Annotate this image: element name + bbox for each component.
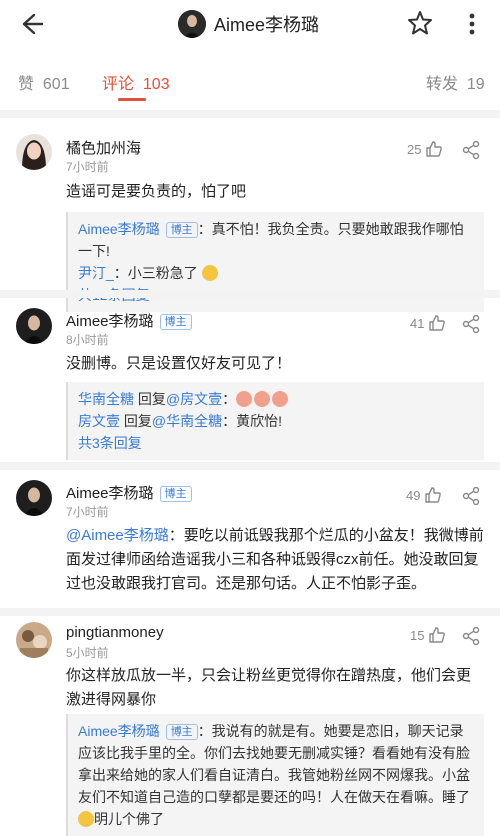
reply-box[interactable]: Aimee李杨璐 博主 ：我说有的就是有。她要是恋旧，聊天记录应该比我手里的全。你们… [66, 714, 484, 836]
title-text: Aimee李杨璐 [214, 15, 320, 35]
more-replies-link[interactable]: 共3条回复 [78, 432, 474, 454]
comment-mention[interactable]: @Aimee李杨璐 [66, 527, 169, 544]
comment-item: Aimee李杨璐 博主 7小时前 49 @Aimee李杨璐：要吃以前诋毁我那个烂瓜… [0, 472, 500, 602]
avatar[interactable] [16, 622, 52, 658]
reply-line: Aimee李杨璐 博主 ：真不怕！我负全责。只要她敢跟我作哪怕一下! [78, 218, 474, 262]
reply-author[interactable]: Aimee李杨璐 [78, 723, 160, 739]
pig-emoji-icon [272, 391, 289, 407]
blogger-badge: 博主 [165, 222, 198, 239]
reply-author[interactable]: 华南全糖 [78, 391, 134, 407]
thumbs-up-icon [429, 315, 446, 331]
comment-item: Aimee李杨璐 博主 8小时前 41 没删博。只是设置仅好友可见了！ 华南全糖 … [0, 300, 500, 460]
comment-item: pingtianmoney 5小时前 15 你这样放瓜放一半，只会让粉丝更觉得你… [0, 616, 500, 836]
like-button[interactable]: 41 [410, 314, 446, 332]
thumbs-up-icon [425, 487, 442, 503]
share-icon[interactable] [461, 626, 481, 646]
comment-item: 橘色加州海 7小时前 25 造谣可是要负责的，怕了吧 Aimee李杨璐 博主 ：真不… [0, 124, 500, 312]
star-icon[interactable] [406, 9, 434, 37]
section-divider [0, 608, 500, 616]
comment-time: 8小时前 [66, 333, 109, 347]
smile-emoji-icon [78, 811, 94, 827]
reply-text-tail: 明儿个佛了 [94, 811, 164, 827]
reply-author[interactable]: Aimee李杨璐 [78, 221, 160, 237]
reply-line: 华南全糖 回复@房文壹： [78, 388, 474, 410]
section-divider [0, 462, 500, 470]
tab-comments[interactable]: 评论 103 [102, 70, 170, 94]
reply-mention[interactable]: @华南全糖 [152, 413, 222, 429]
reply-box[interactable]: 华南全糖 回复@房文壹： 房文壹 回复@华南全糖：黄欣怡! 共3条回复 [66, 382, 484, 460]
like-count: 15 [410, 627, 425, 643]
avatar[interactable] [16, 134, 52, 170]
avatar[interactable] [16, 308, 52, 344]
thumbs-up-icon [429, 627, 446, 643]
like-button[interactable]: 25 [407, 140, 443, 158]
comment-time: 7小时前 [66, 505, 109, 519]
section-divider [0, 290, 500, 298]
like-button[interactable]: 15 [410, 626, 446, 644]
section-divider [0, 110, 500, 118]
comment-time: 7小时前 [66, 160, 109, 174]
active-tab-indicator [118, 98, 146, 101]
reply-mention[interactable]: @房文壹 [166, 391, 222, 407]
top-bar: Aimee李杨璐 [0, 0, 500, 48]
pig-emoji-icon [236, 391, 253, 407]
comment-text: @Aimee李杨璐：要吃以前诋毁我那个烂瓜的小盆友！我微博前面发过律师函给造谣我… [66, 527, 484, 592]
comment-text: 造谣可是要负责的，怕了吧 [66, 183, 247, 200]
comment-time: 5小时前 [66, 646, 109, 660]
comment-author[interactable]: Aimee李杨璐 博主 [66, 310, 192, 331]
reply-text: ：小三粉急了 [113, 265, 198, 281]
thumbs-up-icon [426, 141, 443, 157]
blogger-badge: 博主 [159, 314, 192, 331]
comment-author[interactable]: Aimee李杨璐 博主 [66, 482, 192, 503]
tab-likes[interactable]: 赞 601 [18, 70, 70, 94]
comment-text: 没删博。只是设置仅好友可见了！ [66, 355, 292, 372]
reply-line: 房文壹 回复@华南全糖：黄欣怡! [78, 413, 282, 429]
share-icon[interactable] [461, 486, 481, 506]
more-vertical-icon[interactable] [462, 8, 482, 40]
share-icon[interactable] [461, 314, 481, 334]
reply-line: 尹汀_：小三粉急了 [78, 262, 474, 284]
pig-emoji-icon [254, 391, 271, 407]
like-button[interactable]: 49 [406, 486, 442, 504]
reply-author[interactable]: 尹汀_ [78, 265, 114, 281]
blogger-badge: 博主 [159, 486, 192, 503]
avatar[interactable] [178, 10, 206, 38]
comment-author[interactable]: pingtianmoney [66, 624, 164, 641]
like-count: 25 [407, 141, 422, 157]
tab-reposts[interactable]: 转发 19 [426, 70, 485, 94]
share-icon[interactable] [461, 140, 481, 160]
avatar[interactable] [16, 480, 52, 516]
tab-bar: 赞 601 评论 103 转发 19 [0, 56, 500, 101]
smile-emoji-icon [201, 265, 218, 281]
back-arrow-icon[interactable] [14, 8, 46, 40]
comment-author[interactable]: 橘色加州海 [66, 137, 141, 158]
reply-author[interactable]: 房文壹 [78, 413, 120, 429]
like-count: 41 [410, 315, 425, 331]
blogger-badge: 博主 [165, 724, 198, 741]
like-count: 49 [406, 487, 421, 503]
page-title[interactable]: Aimee李杨璐 [178, 8, 319, 40]
comment-text: 你这样放瓜放一半，只会让粉丝更觉得你在蹭热度，他们会更激进得网暴你 [66, 667, 472, 708]
